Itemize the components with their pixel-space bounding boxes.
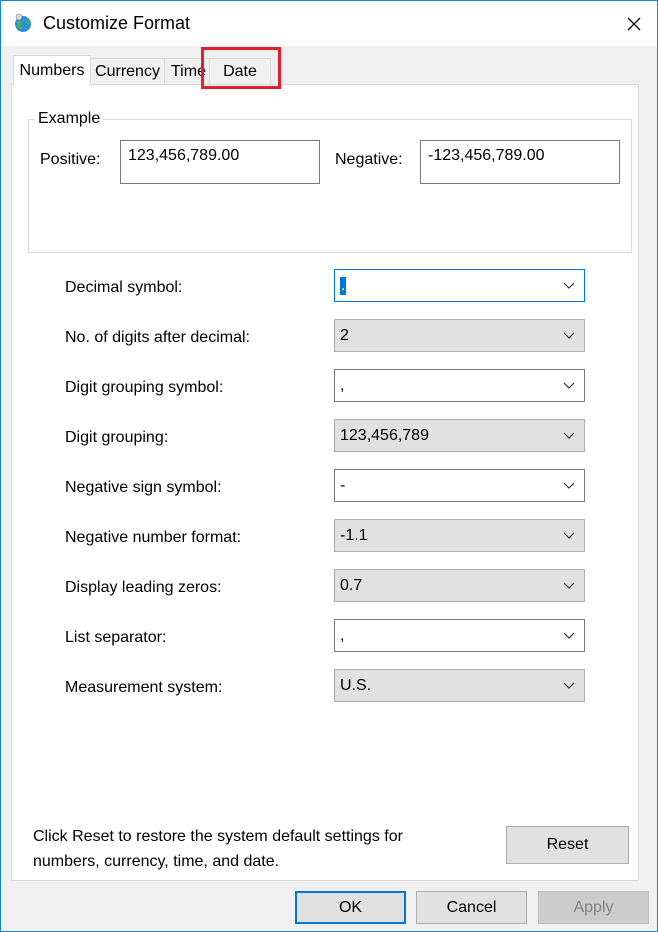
close-button[interactable] — [611, 1, 657, 46]
decimal-symbol-combo[interactable]: . — [334, 269, 585, 302]
measurement-system-value: U.S. — [340, 676, 372, 694]
chevron-down-icon — [563, 332, 575, 339]
negative-sign-symbol-value: - — [340, 476, 346, 494]
globe-icon — [15, 13, 31, 32]
tab-label: Numbers — [19, 61, 85, 79]
title-bar: Customize Format — [1, 1, 657, 46]
negative-number-format-combo[interactable]: -1.1 — [334, 519, 585, 552]
digit-grouping-symbol-value: , — [340, 376, 345, 394]
decimal-symbol-label: Decimal symbol: — [65, 279, 183, 296]
list-separator-combo[interactable]: , — [334, 619, 585, 652]
reset-button[interactable]: Reset — [506, 826, 629, 864]
positive-label: Positive: — [40, 151, 101, 168]
example-group-label: Example — [35, 110, 104, 128]
decimal-symbol-value: . — [340, 276, 347, 295]
cancel-button[interactable]: Cancel — [416, 891, 527, 924]
chevron-down-icon — [563, 382, 575, 389]
apply-button[interactable]: Apply — [538, 891, 649, 924]
cancel-button-label: Cancel — [446, 898, 497, 916]
apply-button-label: Apply — [573, 898, 614, 916]
tab-numbers[interactable]: Numbers — [13, 55, 91, 85]
digit-grouping-value: 123,456,789 — [340, 426, 429, 444]
positive-example-field: 123,456,789.00 — [120, 140, 320, 184]
ok-button[interactable]: OK — [295, 891, 406, 924]
chevron-down-icon — [563, 632, 575, 639]
display-leading-zeros-value: 0.7 — [340, 576, 363, 594]
measurement-system-label: Measurement system: — [65, 679, 223, 696]
chevron-down-icon — [563, 282, 575, 289]
window-title: Customize Format — [43, 13, 191, 33]
display-leading-zeros-combo[interactable]: 0.7 — [334, 569, 585, 602]
negative-number-format-value: -1.1 — [340, 526, 368, 544]
negative-sign-symbol-label: Negative sign symbol: — [65, 479, 222, 496]
chevron-down-icon — [563, 482, 575, 489]
tab-currency[interactable]: Currency — [90, 58, 165, 84]
list-separator-value: , — [340, 626, 345, 644]
ok-button-label: OK — [338, 898, 363, 916]
negative-sign-symbol-combo[interactable]: - — [334, 469, 585, 502]
negative-example-field: -123,456,789.00 — [420, 140, 620, 184]
negative-number-format-label: Negative number format: — [65, 529, 242, 546]
measurement-system-combo[interactable]: U.S. — [334, 669, 585, 702]
digit-grouping-symbol-combo[interactable]: , — [334, 369, 585, 402]
digits-after-decimal-label: No. of digits after decimal: — [65, 329, 250, 346]
negative-label: Negative: — [335, 151, 403, 168]
digit-grouping-label: Digit grouping: — [65, 429, 169, 446]
reset-note: Click Reset to restore the system defaul… — [33, 828, 403, 870]
digits-after-decimal-combo[interactable]: 2 — [334, 319, 585, 352]
chevron-down-icon — [563, 682, 575, 689]
reset-button-label: Reset — [546, 836, 589, 853]
digits-after-decimal-value: 2 — [340, 326, 349, 344]
close-icon — [627, 17, 641, 30]
display-leading-zeros-label: Display leading zeros: — [65, 579, 222, 596]
digit-grouping-combo[interactable]: 123,456,789 — [334, 419, 585, 452]
list-separator-label: List separator: — [65, 629, 167, 646]
date-tab-highlight — [201, 47, 281, 89]
digit-grouping-symbol-label: Digit grouping symbol: — [65, 379, 224, 396]
chevron-down-icon — [563, 532, 575, 539]
tab-label: Currency — [95, 62, 160, 80]
chevron-down-icon — [563, 582, 575, 589]
customize-format-dialog: Customize Format Numbers Currency Time D… — [0, 0, 658, 932]
chevron-down-icon — [563, 432, 575, 439]
